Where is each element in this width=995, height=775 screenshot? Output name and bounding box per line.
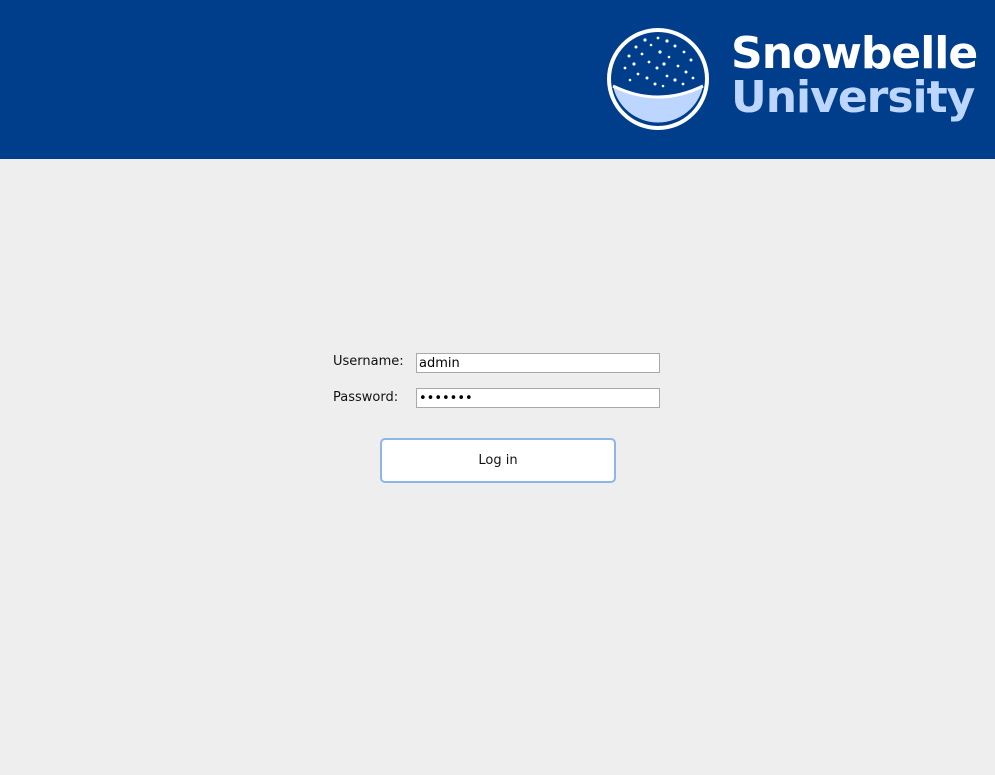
password-field[interactable] — [416, 388, 660, 408]
brand-name-line2: University — [731, 72, 975, 123]
header-banner: Snowbelle University — [0, 0, 995, 159]
brand-wordmark: Snowbelle University — [731, 28, 978, 123]
username-field[interactable] — [416, 353, 660, 373]
brand-name-line1: Snowbelle — [731, 28, 978, 79]
password-label: Password: — [333, 390, 399, 405]
login-button[interactable]: Log in — [380, 438, 616, 483]
username-label: Username: — [333, 354, 404, 369]
snow-globe-icon — [607, 28, 709, 130]
